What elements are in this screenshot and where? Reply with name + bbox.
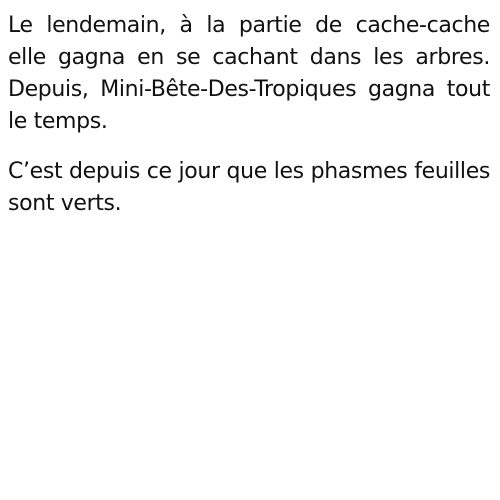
paragraph-1: Le lendemain, à la partie de cache-cache… [8,13,490,134]
paragraph-2: C’est depuis ce jour que les phasmes feu… [8,159,490,216]
document-page: Le lendemain, à la partie de cache-cache… [0,0,500,500]
